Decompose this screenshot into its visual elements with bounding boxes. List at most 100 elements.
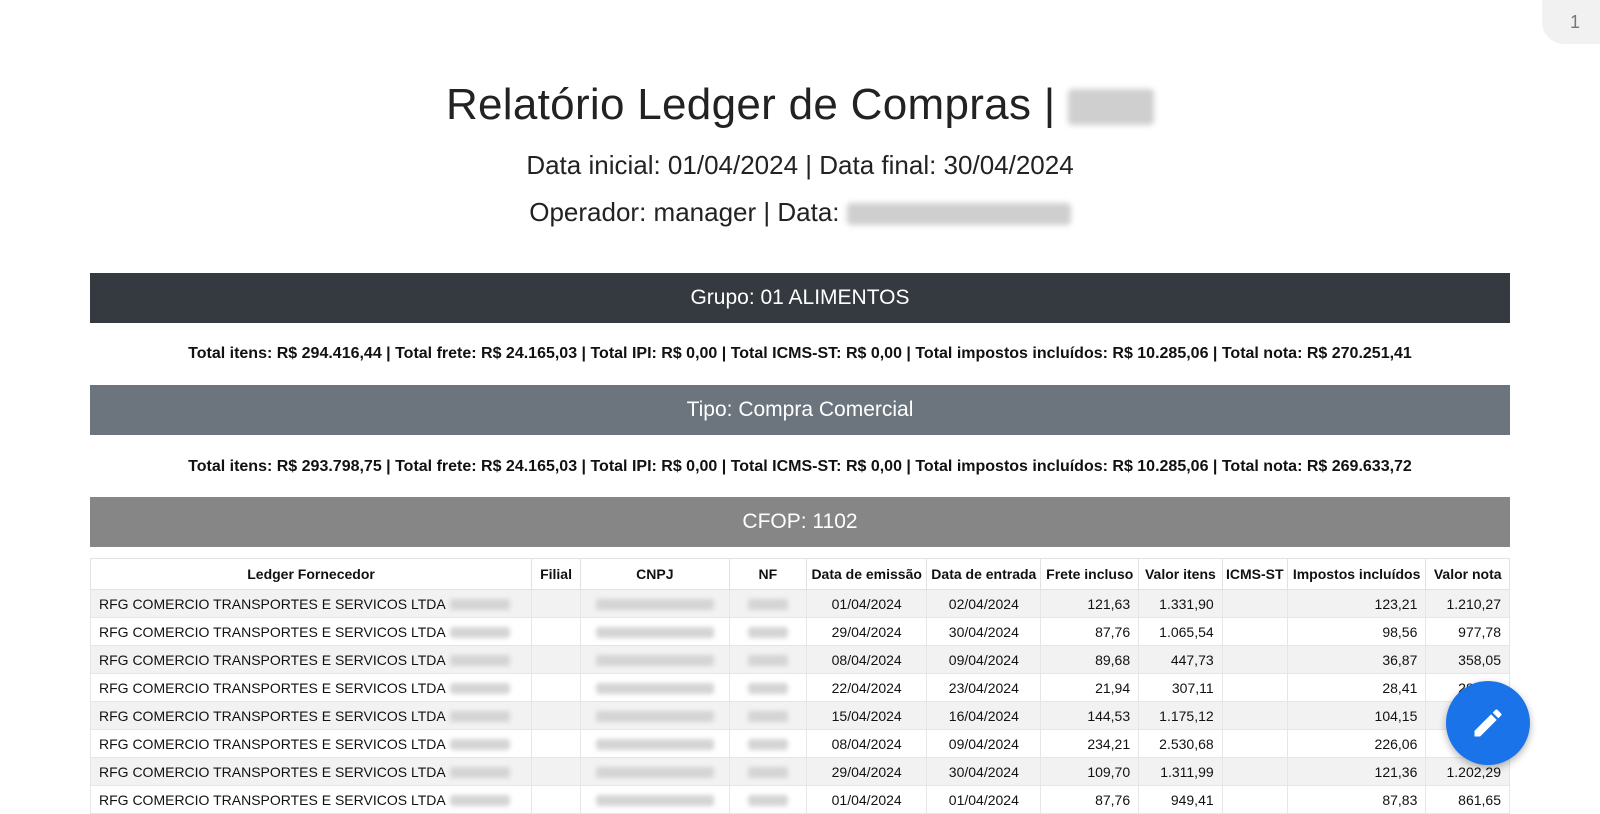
cfop-band: CFOP: 1102: [90, 497, 1510, 547]
cell-fornecedor: RFG COMERCIO TRANSPORTES E SERVICOS LTDA: [89, 729, 533, 758]
cell-icms-st: [1221, 645, 1288, 674]
col-header-valor-itens: Valor itens: [1138, 558, 1223, 590]
redacted-value: [747, 711, 788, 723]
cell-valor-itens-text: 949,41: [1170, 791, 1214, 808]
cell-filial: [531, 673, 581, 702]
redacted-value: [747, 767, 788, 779]
cell-valor-nota: 1.210,27: [1425, 589, 1510, 618]
cell-impostos: 226,06: [1286, 729, 1427, 758]
cell-cnpj: [579, 785, 730, 814]
cell-frete-text: 21,94: [1095, 679, 1131, 696]
operator-line-text: Operador: manager | Data:: [529, 197, 840, 227]
cell-data-entrada-text: 09/04/2024: [948, 735, 1019, 752]
cell-impostos-text: 28,41: [1382, 679, 1418, 696]
cell-data-entrada-text: 01/04/2024: [948, 791, 1019, 808]
cell-frete: 87,76: [1040, 785, 1140, 814]
cell-nf: [728, 785, 808, 814]
cell-cnpj: [579, 701, 730, 730]
cell-fornecedor: RFG COMERCIO TRANSPORTES E SERVICOS LTDA: [89, 589, 533, 618]
cell-impostos-text: 98,56: [1382, 623, 1418, 640]
cell-valor-itens: 949,41: [1138, 785, 1223, 814]
redacted-value: [595, 767, 714, 779]
cell-fornecedor: RFG COMERCIO TRANSPORTES E SERVICOS LTDA: [89, 701, 533, 730]
cell-impostos: 87,83: [1286, 785, 1427, 814]
edit-fab-button[interactable]: [1446, 681, 1530, 765]
cell-valor-itens-text: 2.530,68: [1159, 735, 1214, 752]
cell-icms-st: [1221, 785, 1288, 814]
cell-valor-itens: 1.331,90: [1138, 589, 1223, 618]
cell-impostos-text: 226,06: [1374, 735, 1418, 752]
cell-valor-nota-text: 1.210,27: [1446, 595, 1502, 612]
col-header-impostos: Impostos incluídos: [1286, 558, 1427, 590]
col-header-fornecedor: Ledger Fornecedor: [89, 558, 533, 590]
cell-frete: 109,70: [1040, 757, 1140, 786]
cell-data-entrada: 09/04/2024: [926, 645, 1042, 674]
cell-filial: [531, 617, 581, 646]
redacted-supplier-code: [449, 627, 510, 639]
cell-valor-itens: 1.065,54: [1138, 617, 1223, 646]
operator-line: Operador: manager | Data:: [90, 197, 1510, 228]
cell-data-entrada: 16/04/2024: [926, 701, 1042, 730]
cell-fornecedor: RFG COMERCIO TRANSPORTES E SERVICOS LTDA: [89, 645, 533, 674]
cell-icms-st: [1221, 729, 1288, 758]
group-band: Grupo: 01 ALIMENTOS: [90, 273, 1510, 323]
cell-data-emissao: 15/04/2024: [806, 701, 928, 730]
cell-fornecedor-text: RFG COMERCIO TRANSPORTES E SERVICOS LTDA: [99, 763, 446, 780]
redacted-value: [595, 795, 714, 807]
cell-data-entrada-text: 16/04/2024: [948, 707, 1019, 724]
cell-data-emissao: 08/04/2024: [806, 645, 928, 674]
cell-data-entrada: 23/04/2024: [926, 673, 1042, 702]
cell-nf: [728, 729, 808, 758]
cell-impostos-text: 121,36: [1374, 763, 1418, 780]
tipo-totals: Total itens: R$ 293.798,75 | Total frete…: [188, 458, 1412, 475]
cell-cnpj: [579, 645, 730, 674]
cell-valor-itens-text: 447,73: [1170, 651, 1214, 668]
col-header-filial: Filial: [531, 558, 581, 590]
cell-fornecedor-text: RFG COMERCIO TRANSPORTES E SERVICOS LTDA: [99, 595, 446, 612]
col-header-frete: Frete incluso: [1040, 558, 1140, 590]
cell-data-entrada: 30/04/2024: [926, 757, 1042, 786]
table-row: RFG COMERCIO TRANSPORTES E SERVICOS LTDA…: [89, 701, 1510, 730]
cell-data-emissao-text: 29/04/2024: [831, 623, 902, 640]
purchases-table: Ledger Fornecedor Filial CNPJ NF Data de…: [89, 558, 1510, 814]
cell-valor-nota: 977,78: [1425, 617, 1510, 646]
cell-fornecedor-text: RFG COMERCIO TRANSPORTES E SERVICOS LTDA: [99, 707, 446, 724]
cell-valor-itens-text: 1.331,90: [1159, 595, 1214, 612]
cell-fornecedor: RFG COMERCIO TRANSPORTES E SERVICOS LTDA: [89, 673, 533, 702]
cell-frete: 89,68: [1040, 645, 1140, 674]
cell-valor-nota: 861,65: [1425, 785, 1510, 814]
redacted-company-name: [1068, 89, 1155, 126]
cell-data-entrada: 01/04/2024: [926, 785, 1042, 814]
cell-nf: [728, 617, 808, 646]
report-title-text: Relatório Ledger de Compras |: [445, 80, 1056, 129]
cell-valor-itens: 1.311,99: [1138, 757, 1223, 786]
report-title: Relatório Ledger de Compras |: [90, 80, 1510, 130]
cell-fornecedor: RFG COMERCIO TRANSPORTES E SERVICOS LTDA: [89, 757, 533, 786]
cell-data-emissao: 29/04/2024: [806, 617, 928, 646]
group-totals: Total itens: R$ 294.416,44 | Total frete…: [188, 345, 1412, 362]
cell-filial: [531, 701, 581, 730]
redacted-supplier-code: [449, 739, 510, 751]
redacted-value: [595, 655, 714, 667]
cell-fornecedor-text: RFG COMERCIO TRANSPORTES E SERVICOS LTDA: [99, 623, 446, 640]
cell-nf: [728, 673, 808, 702]
page-number-badge: 1: [1542, 0, 1600, 44]
cell-data-emissao-text: 08/04/2024: [831, 735, 902, 752]
col-header-icms-st: ICMS-ST: [1221, 558, 1288, 590]
col-header-valor-nota: Valor nota: [1425, 558, 1510, 590]
cell-data-entrada-text: 09/04/2024: [948, 651, 1019, 668]
redacted-value: [747, 627, 788, 639]
cell-data-emissao-text: 01/04/2024: [831, 791, 902, 808]
cell-valor-itens-text: 1.175,12: [1159, 707, 1214, 724]
cell-filial: [531, 589, 581, 618]
redacted-value: [595, 739, 714, 751]
redacted-supplier-code: [449, 795, 510, 807]
cell-frete: 87,76: [1040, 617, 1140, 646]
cell-impostos-text: 104,15: [1374, 707, 1418, 724]
date-range-line: Data inicial: 01/04/2024 | Data final: 3…: [526, 150, 1074, 180]
cell-filial: [531, 729, 581, 758]
cell-data-emissao-text: 01/04/2024: [831, 595, 902, 612]
cell-frete-text: 87,76: [1095, 623, 1131, 640]
pencil-icon: [1474, 709, 1502, 737]
cell-fornecedor-text: RFG COMERCIO TRANSPORTES E SERVICOS LTDA: [99, 651, 446, 668]
